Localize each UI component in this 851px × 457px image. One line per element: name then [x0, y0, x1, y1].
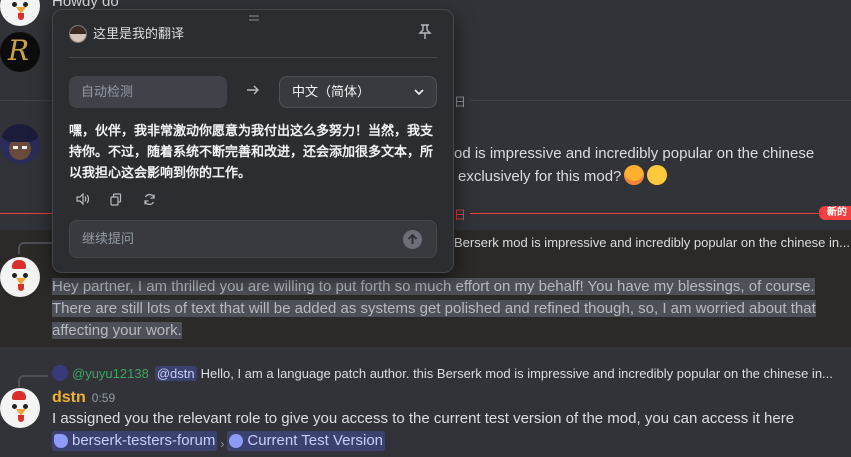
- forum-icon: [54, 434, 68, 448]
- message-line: od is impressive and incredibly popular …: [454, 145, 815, 162]
- date-label: 日: [454, 208, 467, 222]
- message-line: exclusively for this mod?: [458, 165, 668, 188]
- translated-message: Hey partner, I am thrilled you are willi…: [52, 276, 816, 342]
- refresh-icon[interactable]: [141, 193, 157, 209]
- reply-text: Hello, I am a language patch author. thi…: [200, 366, 833, 381]
- message-header: dstn 0:59: [52, 388, 115, 408]
- forum-channel-name: berserk-testers-forum: [72, 432, 216, 449]
- reply-spine: [18, 242, 52, 254]
- reply-preview[interactable]: @yuyu12138 @dstn Hello, I am a language pa…: [52, 365, 833, 383]
- arrow-right-icon: [246, 83, 260, 99]
- flushed-emoji-icon: [624, 165, 645, 185]
- reply-preview[interactable]: Berserk mod is impressive and incredibly…: [454, 234, 850, 252]
- user-avatar-chicken[interactable]: [0, 388, 40, 428]
- user-avatar-r[interactable]: R: [0, 32, 40, 72]
- date-divider-right: [470, 100, 851, 101]
- mention-tag[interactable]: @dstn: [154, 366, 197, 381]
- channel-links: berserk-testers-forum › Current Test Versi…: [52, 431, 385, 453]
- date-label: 日: [454, 95, 467, 109]
- source-language-select[interactable]: 自动检测: [69, 76, 227, 108]
- copy-icon[interactable]: [108, 193, 124, 209]
- new-badge: 新的: [819, 206, 851, 220]
- translation-popup: 这里是我的翻译 自动检测 中文（简体） 嘿，伙伴，我非常激动你愿意为我付出这么多…: [52, 9, 454, 273]
- channel-separator: ›: [220, 437, 225, 451]
- user-avatar-anime[interactable]: [0, 124, 40, 164]
- followup-placeholder: 继续提问: [82, 231, 135, 246]
- translated-line: Hey partner, I am thrilled you are willi…: [52, 278, 815, 295]
- reply-avatar: [52, 365, 68, 381]
- translator-avatar: [69, 25, 87, 43]
- thread-name: Current Test Version: [247, 432, 383, 449]
- thread-link[interactable]: Current Test Version: [227, 431, 385, 451]
- message-author[interactable]: dstn: [52, 389, 86, 406]
- user-avatar-chicken[interactable]: [0, 257, 40, 297]
- target-language-label: 中文（简体）: [292, 84, 371, 99]
- message-timestamp: 0:59: [91, 391, 116, 405]
- popup-title: 这里是我的翻译: [93, 26, 185, 41]
- translated-line: affecting your work.: [52, 322, 182, 339]
- translated-line: There are still lots of text that will b…: [52, 300, 816, 317]
- thread-icon: [229, 434, 244, 448]
- new-messages-divider-right: [470, 213, 830, 214]
- send-arrow-icon[interactable]: [403, 230, 422, 249]
- popup-divider: [69, 57, 437, 58]
- reply-spine: [18, 375, 48, 387]
- drag-handle[interactable]: [249, 15, 259, 21]
- pin-icon[interactable]: [417, 24, 433, 42]
- chevron-down-icon: [414, 77, 424, 107]
- user-avatar-chicken[interactable]: [0, 0, 40, 26]
- followup-input[interactable]: 继续提问: [69, 220, 437, 258]
- message-body: I assigned you the relevant role to give…: [52, 410, 795, 427]
- target-language-select[interactable]: 中文（简体）: [279, 76, 437, 108]
- sneezing-emoji-icon: [647, 165, 668, 185]
- forum-channel-link[interactable]: berserk-testers-forum: [52, 431, 218, 451]
- speaker-icon[interactable]: [75, 192, 91, 209]
- reply-username[interactable]: @yuyu12138: [72, 366, 149, 381]
- translation-output: 嘿，伙伴，我非常激动你愿意为我付出这么多努力！当然，我支持你。不过，随着系统不断…: [69, 123, 434, 180]
- message-text: exclusively for this mod?: [458, 168, 622, 185]
